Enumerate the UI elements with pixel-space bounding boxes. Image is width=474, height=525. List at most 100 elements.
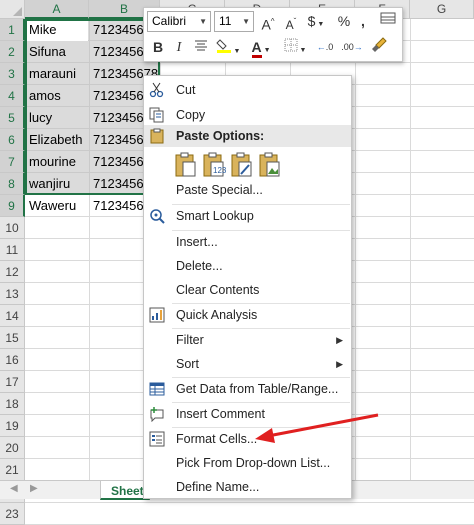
scissors-icon — [149, 82, 165, 98]
bold-button[interactable]: B — [149, 37, 167, 58]
menu-item-filter[interactable]: Filter ▶ — [144, 328, 351, 352]
cell-b[interactable]: 7123456 — [93, 129, 143, 151]
cell-a[interactable]: mourine — [29, 151, 88, 173]
cell-b[interactable]: 7123456 — [93, 173, 143, 195]
row-header[interactable]: 4 — [0, 85, 25, 107]
menu-item-quick-analysis[interactable]: Quick Analysis — [144, 303, 351, 327]
menu-item-sort[interactable]: Sort ▶ — [144, 352, 351, 376]
cell-b[interactable]: 7123456 — [93, 19, 143, 41]
menu-item-format-cells[interactable]: Format Cells... — [144, 427, 351, 451]
cell-a[interactable]: lucy — [29, 107, 88, 129]
column-header-g[interactable]: G — [410, 0, 474, 19]
italic-button[interactable]: I — [171, 37, 187, 58]
cell-a[interactable]: wanjiru — [29, 173, 88, 195]
menu-item-insert-comment[interactable]: Insert Comment — [144, 402, 351, 426]
paste-values-icon[interactable]: 123 — [202, 152, 227, 178]
row-header[interactable]: 8 — [0, 173, 25, 195]
menu-item-paste-special[interactable]: Paste Special... — [144, 178, 351, 202]
new-comment-icon — [149, 406, 165, 423]
decrease-decimal-button[interactable]: .00→ — [340, 37, 364, 58]
clipboard-icon — [149, 128, 165, 151]
tab-scroll-left-icon[interactable]: ◀ — [10, 483, 18, 494]
menu-label: Paste Special... — [176, 183, 263, 197]
font-name-value: Calibri — [152, 14, 187, 28]
row-header[interactable]: 9 — [0, 195, 25, 217]
cell-b[interactable]: 7123456 — [93, 195, 143, 217]
cell-a[interactable]: Elizabeth — [29, 129, 88, 151]
fill-color-button[interactable]: ▼ — [214, 37, 242, 58]
row-header[interactable]: 6 — [0, 129, 25, 151]
menu-item-copy[interactable]: Copy — [144, 103, 351, 127]
menu-label: Insert Comment — [176, 407, 265, 421]
menu-item-pick-dropdown[interactable]: Pick From Drop-down List... — [144, 451, 351, 475]
row-header[interactable]: 21 — [0, 459, 25, 481]
row-header[interactable]: 12 — [0, 261, 25, 283]
row-header[interactable]: 15 — [0, 327, 25, 349]
chevron-down-icon: ▼ — [199, 17, 207, 26]
select-all-corner[interactable] — [0, 0, 25, 19]
menu-item-insert[interactable]: Insert... — [144, 230, 351, 254]
row-header[interactable]: 11 — [0, 239, 25, 261]
context-menu: Cut Copy Paste Options: 123 Paste Specia… — [143, 75, 352, 499]
cell-a[interactable]: Mike — [29, 19, 88, 41]
menu-label: Smart Lookup — [176, 209, 254, 223]
shrink-font-button[interactable]: Aˇ — [281, 11, 301, 32]
cell-b[interactable]: 7123456 — [93, 41, 143, 63]
row-header[interactable]: 1 — [0, 19, 25, 41]
row-header[interactable]: 17 — [0, 371, 25, 393]
menu-item-cut[interactable]: Cut — [144, 78, 351, 102]
column-header-a[interactable]: A — [25, 0, 89, 19]
quick-analysis-icon — [149, 307, 165, 323]
row-header[interactable]: 13 — [0, 283, 25, 305]
cell-b[interactable]: 7123456 — [93, 151, 143, 173]
font-color-button[interactable]: A ▼ — [247, 37, 275, 58]
menu-label: Pick From Drop-down List... — [176, 456, 331, 470]
cell-b[interactable]: 7123456 — [93, 85, 143, 107]
menu-item-clear-contents[interactable]: Clear Contents — [144, 278, 351, 302]
menu-label: Get Data from Table/Range... — [176, 382, 339, 396]
row-header[interactable]: 14 — [0, 305, 25, 327]
row-header[interactable]: 2 — [0, 41, 25, 63]
format-painter-icon[interactable] — [378, 11, 398, 32]
menu-label: Sort — [176, 357, 199, 371]
menu-item-delete[interactable]: Delete... — [144, 254, 351, 278]
increase-decimal-button[interactable]: ←.0 — [314, 37, 336, 58]
menu-item-smart-lookup[interactable]: Smart Lookup — [144, 204, 351, 228]
currency-button[interactable]: $ ▼ — [305, 11, 327, 32]
smart-lookup-icon — [149, 208, 165, 224]
chevron-down-icon: ▼ — [242, 17, 250, 26]
cell-a[interactable]: amos — [29, 85, 88, 107]
submenu-arrow-icon: ▶ — [336, 359, 343, 369]
paste-icon[interactable] — [174, 152, 198, 178]
align-center-icon[interactable] — [192, 37, 210, 58]
row-header[interactable]: 10 — [0, 217, 25, 239]
cell-a[interactable]: Waweru — [29, 195, 88, 217]
tab-scroll-right-icon[interactable]: ▶ — [30, 483, 38, 494]
paste-formatting-icon[interactable] — [230, 152, 254, 178]
cell-a[interactable]: Sifuna — [29, 41, 88, 63]
paintbrush-icon[interactable] — [368, 37, 390, 58]
row-header[interactable]: 5 — [0, 107, 25, 129]
cell-a[interactable]: marauni — [29, 63, 88, 85]
row-header[interactable]: 3 — [0, 63, 25, 85]
menu-item-define-name[interactable]: Define Name... — [144, 475, 351, 499]
row-header[interactable]: 20 — [0, 437, 25, 459]
font-size-value: 11 — [219, 14, 232, 28]
format-cells-icon — [149, 431, 165, 447]
cell-b[interactable]: 7123456 — [93, 107, 143, 129]
paste-picture-icon[interactable] — [258, 152, 282, 178]
menu-label: Filter — [176, 333, 204, 347]
row-header[interactable]: 18 — [0, 393, 25, 415]
menu-item-get-data[interactable]: Get Data from Table/Range... — [144, 377, 351, 401]
row-header[interactable]: 16 — [0, 349, 25, 371]
grow-font-button[interactable]: A^ — [258, 11, 278, 33]
borders-button[interactable]: ▼ — [281, 37, 309, 58]
font-name-box[interactable]: Calibri ▼ — [147, 11, 211, 32]
font-size-box[interactable]: 11 ▼ — [214, 11, 254, 32]
row-header[interactable]: 23 — [0, 503, 25, 525]
row-header[interactable]: 19 — [0, 415, 25, 437]
comma-style-button[interactable]: , — [357, 11, 369, 32]
menu-label: Paste Options: — [176, 129, 265, 143]
row-header[interactable]: 7 — [0, 151, 25, 173]
percent-button[interactable]: % — [335, 11, 353, 32]
